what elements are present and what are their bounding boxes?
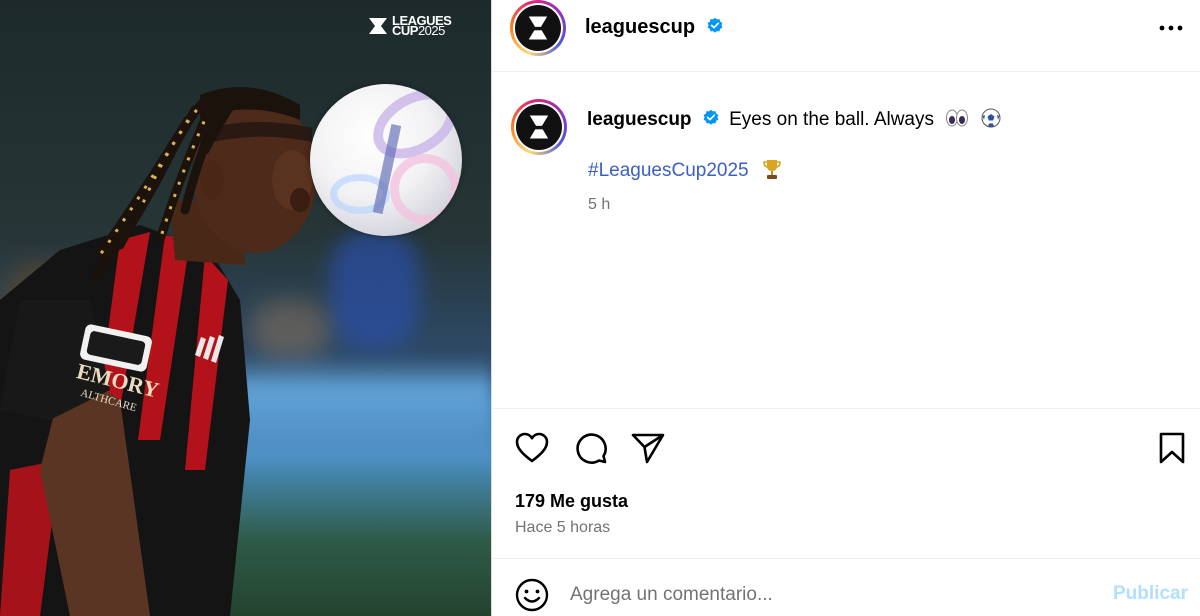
hashtag-link[interactable]: #LeaguesCup2025: [588, 160, 749, 181]
ball-pattern: [390, 154, 460, 224]
avatar[interactable]: [511, 99, 567, 155]
trophy-emoji-icon: [763, 160, 781, 179]
leagues-cup-mark-icon: [369, 18, 387, 34]
publish-button[interactable]: Publicar: [1113, 583, 1188, 605]
post-actions: 179 Me gusta Hace 5 horas: [492, 408, 1200, 558]
post-time[interactable]: 5 h: [588, 196, 610, 214]
header-username[interactable]: leaguescup: [585, 16, 724, 39]
post-caption-area: leaguescup Eyes on the ball. Always #Lea…: [492, 72, 1200, 408]
share-icon[interactable]: [630, 431, 666, 465]
comment-input[interactable]: [570, 577, 1090, 613]
logo-year: 2025: [417, 23, 445, 38]
likes-count[interactable]: 179 Me gusta: [515, 491, 628, 512]
heart-icon[interactable]: [514, 431, 550, 465]
soccer-ball: [310, 84, 462, 236]
header-username-text[interactable]: leaguescup: [585, 16, 695, 38]
verified-badge-icon: [707, 17, 722, 33]
logo-line-2: CUP2025: [392, 23, 451, 38]
avatar[interactable]: [510, 0, 566, 56]
emoji-picker-icon[interactable]: [514, 577, 550, 613]
posted-time: Hace 5 horas: [515, 519, 611, 536]
caption-text: Eyes on the ball. Always: [729, 109, 934, 130]
leagues-cup-logo: LEAGUES CUP2025: [368, 14, 452, 38]
more-options-icon[interactable]: [1156, 18, 1186, 38]
verified-badge-icon: [703, 109, 719, 125]
eyes-emoji-icon: [946, 109, 969, 127]
hashtag-line: #LeaguesCup2025: [588, 158, 782, 182]
bookmark-icon[interactable]: [1157, 431, 1187, 465]
comment-bar: Publicar: [492, 558, 1200, 616]
caption: leaguescup Eyes on the ball. Always: [587, 108, 1001, 131]
soccer-ball-emoji-icon: [981, 108, 1001, 128]
post-side-panel: leaguescup leaguescup Eyes on the ball. …: [491, 0, 1200, 616]
post-media[interactable]: EMORY ALTHCARE LEAGUES CUP2025: [0, 0, 491, 616]
post-header: leaguescup: [492, 0, 1200, 72]
leagues-cup-avatar-icon: [525, 115, 553, 139]
caption-username[interactable]: leaguescup: [587, 109, 692, 130]
logo-word-cup: CUP: [392, 23, 418, 38]
leagues-cup-avatar-icon: [524, 16, 552, 40]
comment-icon[interactable]: [573, 431, 609, 465]
